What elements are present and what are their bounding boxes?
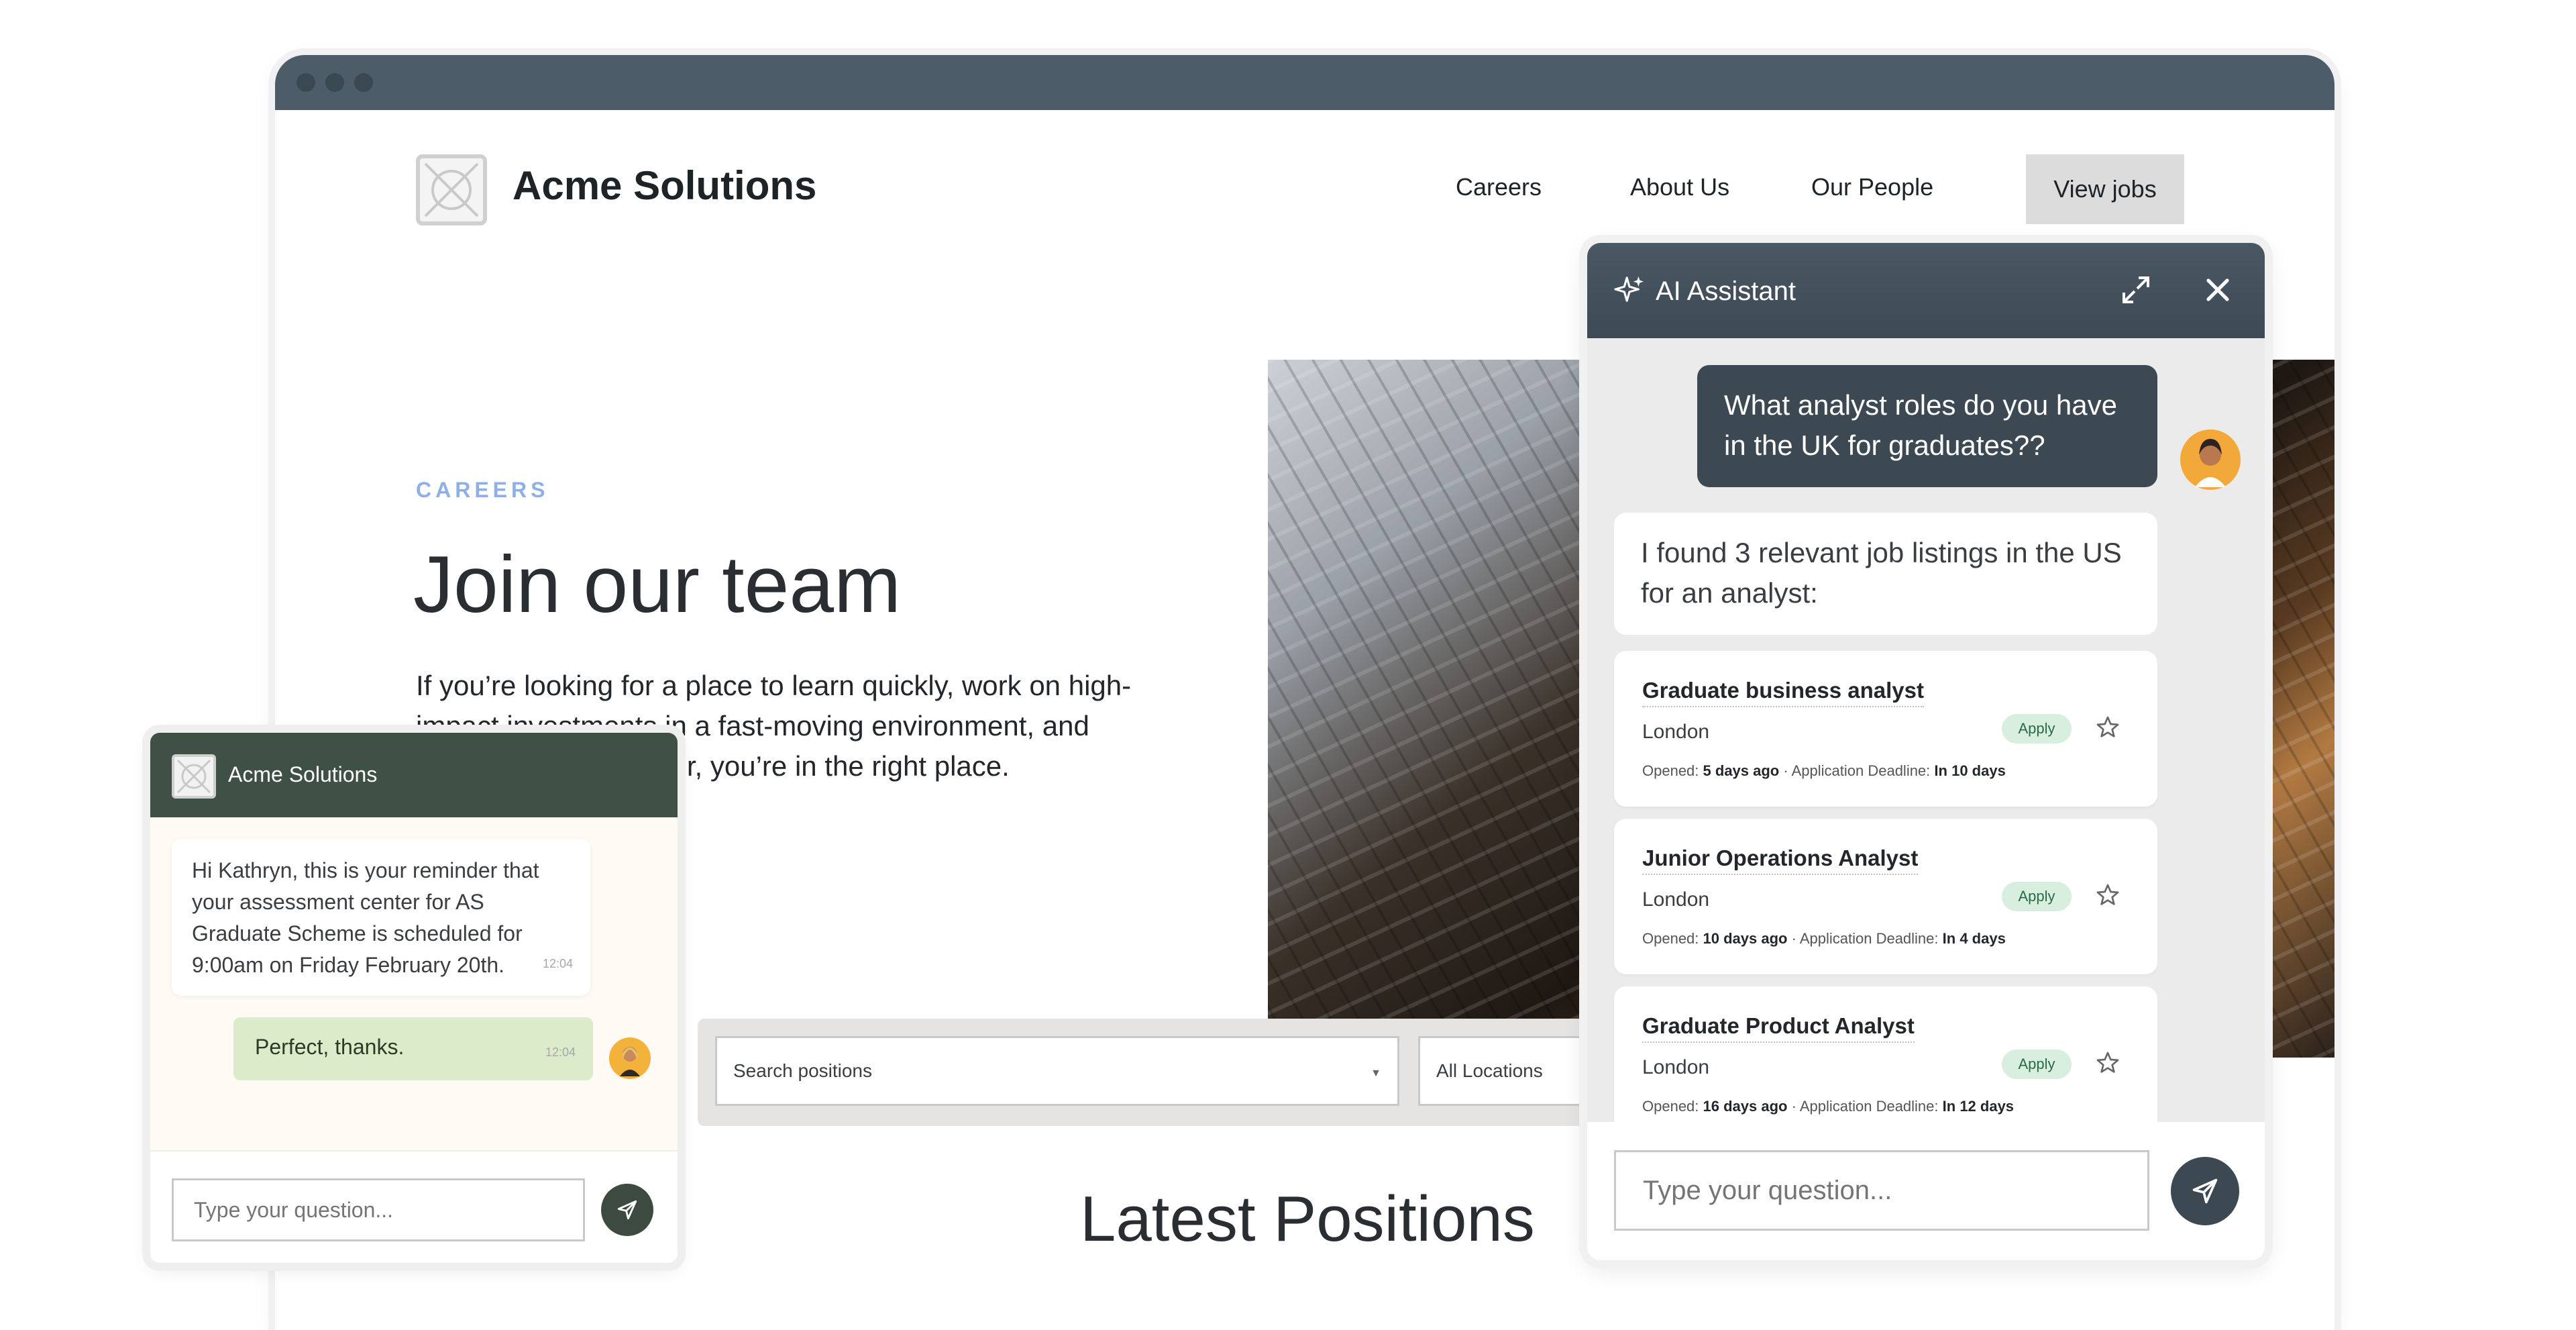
window-dot-icon[interactable] <box>325 73 344 92</box>
nav-about-us[interactable]: About Us <box>1630 173 1729 201</box>
sparkle-icon <box>1614 276 1644 302</box>
job-location: London <box>1642 721 1710 743</box>
ai-assistant-header: AI Assistant <box>1587 243 2265 338</box>
message-timestamp: 12:04 <box>545 1045 576 1059</box>
job-title-link[interactable]: Graduate business analyst <box>1642 678 1924 707</box>
job-title-link[interactable]: Graduate Product Analyst <box>1642 1013 1915 1043</box>
nav-our-people[interactable]: Our People <box>1811 173 1933 201</box>
star-icon[interactable] <box>2094 714 2121 741</box>
opened-value: 5 days ago <box>1703 762 1780 779</box>
message-timestamp: 12:04 <box>542 957 573 970</box>
assistant-message: I found 3 relevant job listings in the U… <box>1614 513 2157 635</box>
ai-assistant-title: AI Assistant <box>1656 276 1796 306</box>
brand-logo <box>172 754 216 799</box>
sms-chat-brand: Acme Solutions <box>228 762 378 786</box>
sms-chat-header: Acme Solutions <box>150 733 678 817</box>
opened-value: 16 days ago <box>1703 1098 1788 1115</box>
deadline-value: In 12 days <box>1942 1098 2015 1115</box>
deadline-label: Application Deadline: <box>1799 930 1939 947</box>
user-avatar <box>2180 429 2241 490</box>
job-card[interactable]: Junior Operations Analyst London Apply O… <box>1614 819 2157 974</box>
user-message: What analyst roles do you have in the UK… <box>1697 365 2157 487</box>
opened-label: Opened: <box>1642 930 1699 947</box>
assistant-composer <box>1587 1122 2265 1260</box>
apply-button[interactable]: Apply <box>2002 714 2072 744</box>
view-jobs-button[interactable]: View jobs <box>2026 154 2184 224</box>
job-card[interactable]: Graduate business analyst London Apply O… <box>1614 651 2157 807</box>
assistant-send-button[interactable] <box>2171 1157 2239 1225</box>
deadline-label: Application Deadline: <box>1791 762 1931 779</box>
reply-text: Perfect, thanks. <box>255 1035 405 1059</box>
send-icon <box>617 1200 637 1220</box>
locations-label: All Locations <box>1436 1060 1543 1081</box>
nav-careers[interactable]: Careers <box>1456 173 1542 201</box>
hero-eyebrow: CAREERS <box>416 478 549 502</box>
apply-button[interactable]: Apply <box>2002 882 2072 911</box>
reminder-message: Hi Kathryn, this is your reminder that y… <box>172 839 590 996</box>
star-icon[interactable] <box>2094 1050 2121 1076</box>
chevron-down-icon: ▼ <box>1371 1068 1381 1079</box>
job-meta: Opened: 5 days ago · Application Deadlin… <box>1642 762 2006 779</box>
user-avatar <box>609 1037 651 1079</box>
expand-icon[interactable] <box>2120 274 2152 306</box>
job-card[interactable]: Graduate Product Analyst London Apply Op… <box>1614 986 2157 1142</box>
deadline-label: Application Deadline: <box>1799 1098 1939 1115</box>
send-icon <box>2192 1178 2218 1204</box>
search-positions-select[interactable]: Search positions ▼ <box>715 1036 1399 1106</box>
hero-title: Join our team <box>413 540 902 629</box>
logo-icon <box>176 759 211 794</box>
sms-composer <box>150 1150 678 1263</box>
opened-label: Opened: <box>1642 762 1699 779</box>
sms-question-input[interactable] <box>172 1178 585 1241</box>
apply-button[interactable]: Apply <box>2002 1050 2072 1079</box>
assistant-question-input[interactable] <box>1614 1150 2149 1231</box>
deadline-value: In 10 days <box>1934 762 2006 779</box>
job-location: London <box>1642 888 1710 911</box>
job-location: London <box>1642 1056 1710 1078</box>
user-reply-message: Perfect, thanks. 12:04 <box>233 1017 593 1080</box>
brand-logo[interactable] <box>416 154 487 225</box>
job-meta: Opened: 16 days ago · Application Deadli… <box>1642 1098 2015 1115</box>
opened-label: Opened: <box>1642 1098 1699 1115</box>
reminder-text: Hi Kathryn, this is your reminder that y… <box>192 858 539 977</box>
browser-titlebar <box>275 55 2334 110</box>
job-meta: Opened: 10 days ago · Application Deadli… <box>1642 930 2006 947</box>
window-dot-icon[interactable] <box>297 73 315 92</box>
job-search-bar: Search positions ▼ All Locations <box>698 1019 1637 1126</box>
close-icon[interactable] <box>2202 274 2234 306</box>
job-title-link[interactable]: Junior Operations Analyst <box>1642 846 1919 875</box>
sms-send-button[interactable] <box>601 1184 653 1236</box>
opened-value: 10 days ago <box>1703 930 1788 947</box>
ai-assistant-panel: AI Assistant What analyst roles do you h… <box>1587 243 2265 1260</box>
brand-name[interactable]: Acme Solutions <box>513 162 816 209</box>
sms-chat-widget: Acme Solutions Hi Kathryn, this is your … <box>150 733 678 1263</box>
window-dot-icon[interactable] <box>354 73 373 92</box>
star-icon[interactable] <box>2094 882 2121 909</box>
logo-icon <box>424 162 479 217</box>
search-positions-label: Search positions <box>733 1060 873 1081</box>
deadline-value: In 4 days <box>1942 930 2006 947</box>
latest-positions-heading: Latest Positions <box>1080 1183 1535 1255</box>
